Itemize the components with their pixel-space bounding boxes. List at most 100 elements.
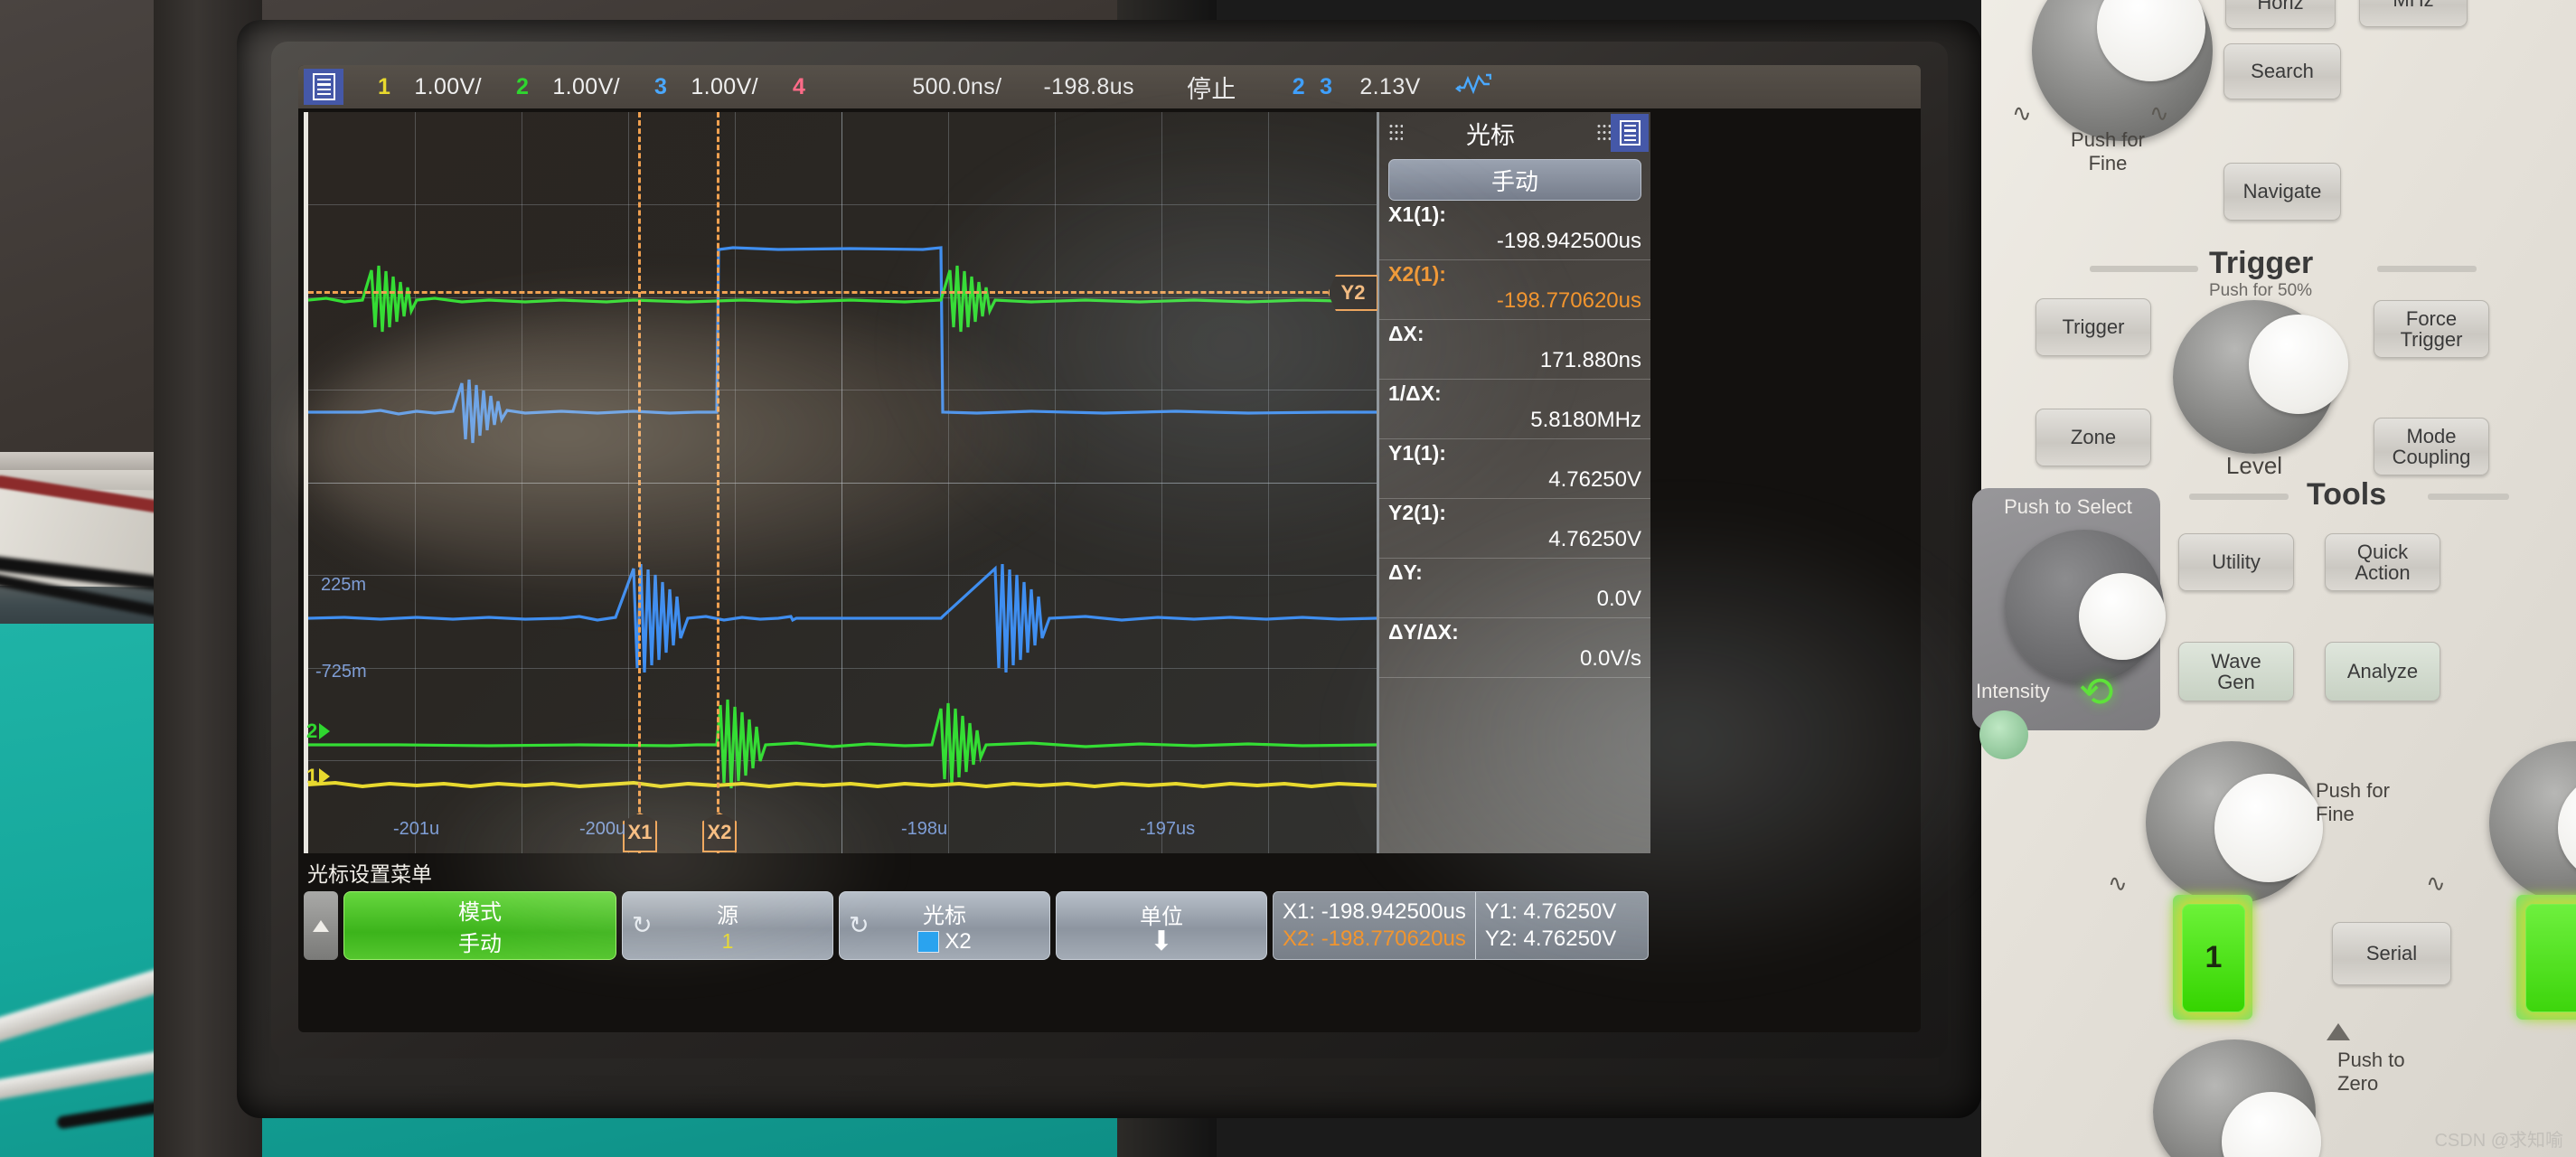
softkey-source-value: 1 — [721, 929, 734, 953]
cursor-row-y1: Y1(1): 4.76250V — [1379, 439, 1650, 499]
intensity-knob[interactable] — [2005, 530, 2166, 683]
oscilloscope-screen: 1 1.00V/ 2 1.00V/ 3 1.00V/ 4 500.0ns/ -1… — [298, 65, 1921, 1032]
trigger-button[interactable]: Trigger — [2035, 298, 2151, 356]
zone-button[interactable]: Zone — [2035, 409, 2151, 466]
down-arrow-icon: ⬇ — [1150, 926, 1173, 956]
status-bar: 1 1.00V/ 2 1.00V/ 3 1.00V/ 4 500.0ns/ -1… — [298, 65, 1921, 108]
ground-marker-ch1[interactable]: 1 — [306, 765, 331, 788]
ground-marker-ch2-label: 2 — [306, 720, 318, 742]
sine-mark-right-2: ∿ — [2426, 870, 2446, 897]
cursor-x1-line[interactable] — [638, 112, 641, 853]
push-for-fine-label-2: Push for Fine — [2316, 779, 2390, 825]
mode-coupling-button[interactable]: Mode Coupling — [2374, 418, 2489, 475]
tools-group-title: Tools — [2307, 477, 2387, 512]
checkbox-icon[interactable] — [917, 931, 940, 954]
tools-group: Tools — [2307, 477, 2386, 513]
cursor-panel[interactable]: 光标 手动 X1(1): -198.942500us X2(1): -198.7… — [1377, 112, 1650, 853]
trigger-level-readout[interactable]: 2.13V — [1359, 74, 1420, 100]
refresh-icon: ↻ — [632, 911, 653, 939]
softkey-source[interactable]: ↻ 源 1 — [622, 891, 833, 960]
cursor-row-x2-key: X2(1): — [1388, 262, 1446, 286]
menu-sheet-icon-panel[interactable] — [1611, 114, 1649, 152]
cursor-row-dy-key: ΔY: — [1388, 560, 1423, 584]
ground-marker-ch1-label: 1 — [306, 765, 318, 787]
channel-2-number[interactable]: 2 — [516, 74, 529, 100]
cursor-readout-strip: X1: -198.942500us X2: -198.770620us Y1: … — [1273, 891, 1649, 960]
channel-4-number[interactable]: 4 — [793, 74, 805, 100]
sine-mark-left-2: ∿ — [2108, 870, 2128, 897]
channel-1-number[interactable]: 1 — [378, 74, 390, 100]
wave-gen-button[interactable]: Wave Gen — [2178, 642, 2294, 701]
mhz-button[interactable]: MHz — [2359, 0, 2468, 27]
cursor-row-x2: X2(1): -198.770620us — [1379, 260, 1650, 320]
analyze-button[interactable]: Analyze — [2325, 642, 2440, 701]
trace-ch3-blue-lower — [308, 563, 1377, 673]
channel-3-scale[interactable]: 1.00V/ — [691, 74, 758, 100]
trigger-source-indicator[interactable]: 2 — [1293, 74, 1305, 100]
navigate-button[interactable]: Navigate — [2223, 163, 2341, 221]
horiz-knob[interactable] — [2032, 0, 2213, 141]
sine-mark-right-1: ∿ — [2149, 99, 2169, 127]
channel-2-scale[interactable]: 1.00V/ — [552, 74, 620, 100]
serial-button[interactable]: Serial — [2332, 922, 2451, 985]
trigger-level-knob[interactable] — [2173, 300, 2348, 454]
cursor-x2-line[interactable] — [717, 112, 719, 853]
softkey-units[interactable]: 单位 ⬇ — [1056, 891, 1267, 960]
sine-mark-left-1: ∿ — [2012, 99, 2032, 127]
cursor-row-dy: ΔY: 0.0V — [1379, 559, 1650, 618]
trigger-edge-icon[interactable] — [1454, 71, 1491, 102]
y-axis-label-0: 225m — [321, 575, 367, 595]
cursor-row-invdx-value: 5.8180MHz — [1530, 408, 1641, 432]
refresh-icon-cursor: ↻ — [849, 911, 870, 939]
cursor-readout-y1: Y1: 4.76250V — [1484, 899, 1617, 924]
cursor-readout-y2: Y2: 4.76250V — [1484, 927, 1617, 951]
menu-sheet-icon[interactable] — [304, 69, 343, 105]
drag-grip-icon-right[interactable] — [1596, 123, 1611, 143]
cursor-row-slope-value: 0.0V/s — [1579, 646, 1641, 671]
cursor-readout-x2: X2: -198.770620us — [1283, 927, 1466, 951]
cursor-mode-button[interactable]: 手动 — [1388, 159, 1641, 201]
push-to-zero-label: Push to Zero — [2337, 1049, 2405, 1095]
channel-1-offset-knob[interactable] — [2153, 1039, 2321, 1157]
cursor-row-dy-value: 0.0V — [1596, 587, 1641, 611]
push-for-fine-label-1: Push for Fine — [2071, 128, 2145, 174]
softkey-mode[interactable]: 模式 手动 — [343, 891, 616, 960]
y-axis-label-1: -725m — [315, 662, 367, 682]
softkey-mode-value: 手动 — [458, 932, 502, 956]
trace-ch1-yellow — [308, 780, 1377, 789]
ground-marker-ch2[interactable]: 2 — [306, 720, 331, 743]
trigger-edge-indicator[interactable]: 3 — [1320, 74, 1332, 100]
force-trigger-button[interactable]: Force Trigger — [2374, 300, 2489, 358]
channel-1-vertical-knob[interactable] — [2146, 741, 2323, 904]
channel-2-vertical-knob[interactable] — [2489, 741, 2576, 904]
cursor-row-invdx-key: 1/ΔX: — [1388, 381, 1442, 405]
trace-ch2-green-upper — [308, 265, 1377, 333]
quick-action-button[interactable]: Quick Action — [2325, 533, 2440, 591]
channel-1-scale[interactable]: 1.00V/ — [414, 74, 482, 100]
trigger-group-title: Trigger — [2209, 246, 2314, 280]
softkey-menu-title: 光标设置菜单 — [307, 862, 432, 886]
delay-readout[interactable]: -198.8us — [1043, 74, 1134, 100]
waveform-graticule[interactable]: X1 X2 Y2 -201u -200u -198u -197us 225m -… — [304, 112, 1378, 853]
channel-1-button[interactable]: 1 — [2182, 904, 2245, 1012]
zero-marker-triangle — [2327, 1023, 2350, 1040]
softkey-cursor[interactable]: ↻ 光标 X2 — [839, 891, 1050, 960]
cursor-row-x1: X1(1): -198.942500us — [1379, 201, 1650, 260]
cursor-row-y2: Y2(1): 4.76250V — [1379, 499, 1650, 559]
timebase-readout[interactable]: 500.0ns/ — [912, 74, 1001, 100]
cursor-row-x1-value: -198.942500us — [1496, 229, 1641, 253]
search-button[interactable]: Search — [2223, 43, 2341, 99]
run-state-label: 停止 — [1186, 75, 1236, 103]
cursor-y2-line[interactable] — [308, 291, 1377, 294]
cursor-row-y1-key: Y1(1): — [1388, 441, 1446, 465]
utility-button[interactable]: Utility — [2178, 533, 2294, 591]
channel-2-button[interactable] — [2525, 904, 2576, 1012]
cursor-row-y2-value: 4.76250V — [1548, 527, 1641, 551]
auto-scale-icon[interactable]: ⟲ — [2079, 667, 2114, 716]
cursor-readout-y: Y1: 4.76250V Y2: 4.76250V — [1476, 892, 1625, 959]
cursor-y2-flag[interactable]: Y2 — [1328, 275, 1378, 311]
channel-3-number[interactable]: 3 — [654, 74, 667, 100]
up-arrow-icon[interactable] — [304, 891, 338, 960]
softkey-units-label: 单位 — [1140, 904, 1183, 929]
horiz-button[interactable]: Horiz — [2225, 0, 2336, 29]
